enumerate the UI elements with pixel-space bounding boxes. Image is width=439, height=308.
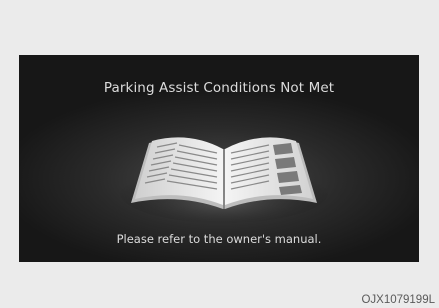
figure-code: OJX1079199L bbox=[361, 294, 435, 306]
screen-title: Parking Assist Conditions Not Met bbox=[103, 80, 335, 96]
figure-frame: Parking Assist Conditions Not Met Please… bbox=[0, 0, 439, 308]
open-book-icon bbox=[119, 123, 329, 223]
screen-message: Please refer to the owner's manual. bbox=[116, 232, 322, 246]
display-screen: Parking Assist Conditions Not Met Please… bbox=[19, 55, 419, 262]
